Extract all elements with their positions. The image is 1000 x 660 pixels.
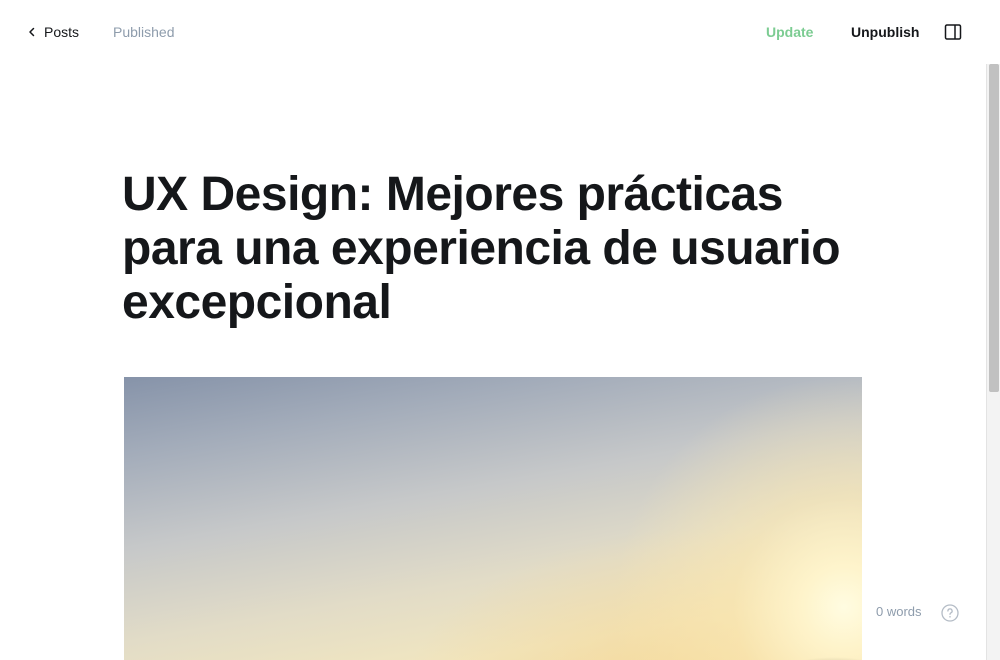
feature-image[interactable]	[124, 377, 862, 660]
editor-scrollbar[interactable]	[986, 64, 1000, 660]
chevron-left-icon	[29, 27, 35, 37]
update-button[interactable]: Update	[766, 20, 813, 44]
post-title[interactable]: UX Design: Mejores prácticas para una ex…	[122, 168, 882, 330]
back-to-posts-link[interactable]: Posts	[26, 20, 79, 44]
unpublish-button[interactable]: Unpublish	[851, 20, 919, 44]
word-count: 0 words	[876, 604, 922, 619]
horizon-trees	[744, 647, 862, 660]
sidebar-toggle-icon[interactable]	[943, 22, 963, 42]
editor-toolbar: Posts Published Update Unpublish	[0, 0, 1000, 64]
post-editor: Posts Published Update Unpublish UX Desi…	[0, 0, 1000, 660]
back-link-label: Posts	[44, 24, 80, 40]
post-status: Published	[113, 24, 175, 40]
scrollbar-thumb[interactable]	[989, 64, 999, 392]
help-circle-icon[interactable]	[940, 603, 960, 623]
